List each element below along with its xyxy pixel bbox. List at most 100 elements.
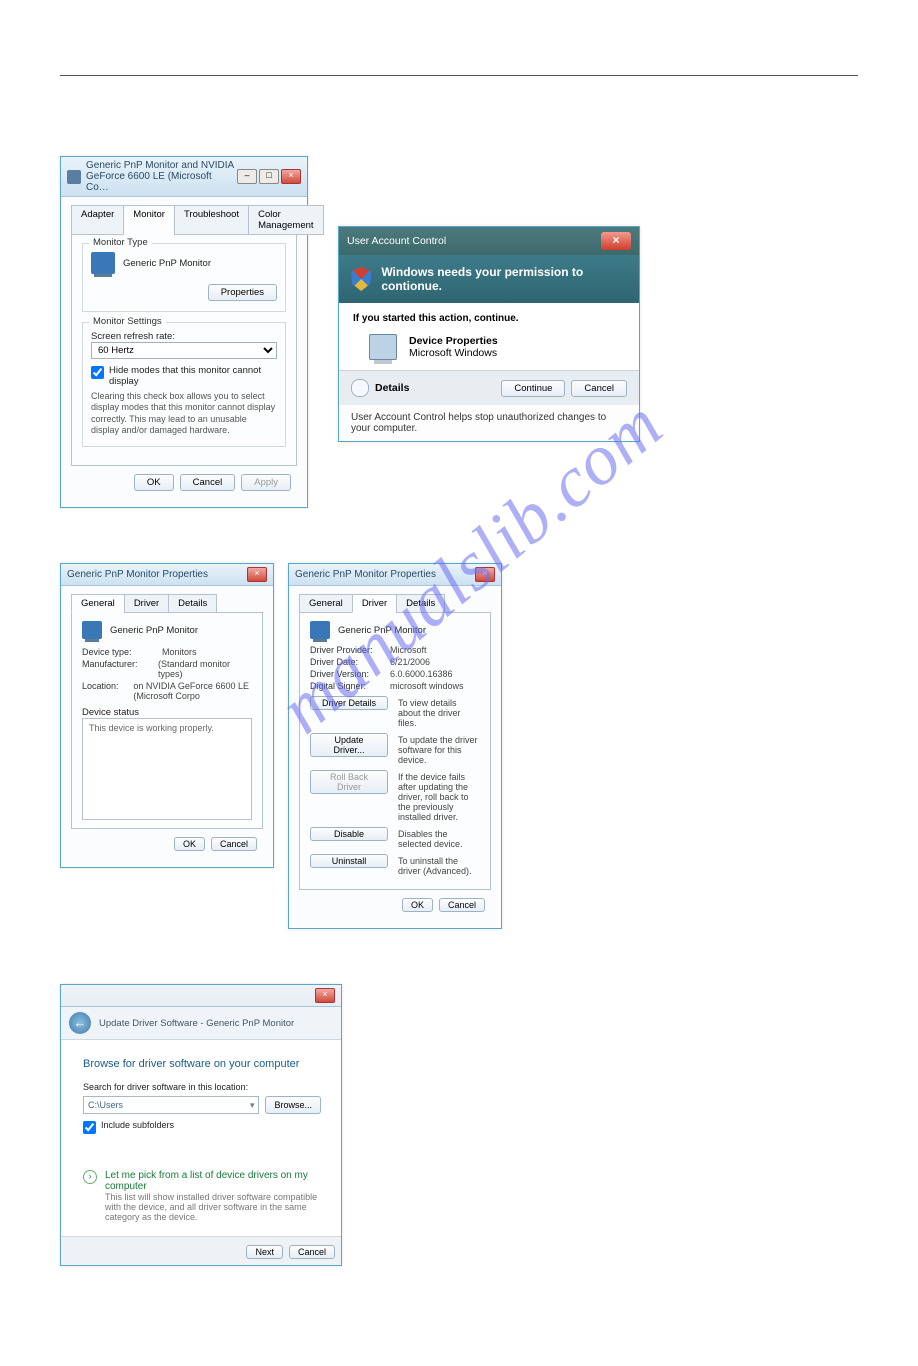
update-driver-button[interactable]: Update Driver... [310, 733, 388, 757]
uac-app-name: Device Properties [409, 335, 498, 347]
uac-title: User Account Control [347, 235, 601, 247]
back-button[interactable]: ← [69, 1012, 91, 1034]
close-button[interactable]: × [281, 169, 301, 184]
window-title: Generic PnP Monitor Properties [67, 569, 247, 580]
minimize-button[interactable]: – [237, 169, 257, 184]
arrow-right-icon: › [83, 1170, 97, 1184]
provider-value: Microsoft [390, 645, 427, 655]
chevron-down-icon[interactable] [351, 379, 369, 397]
ok-button[interactable]: OK [174, 837, 205, 851]
refresh-rate-select[interactable]: 60 Hertz [91, 342, 277, 359]
close-button[interactable]: × [315, 988, 335, 1003]
monitor-icon [310, 621, 330, 639]
close-button[interactable]: × [475, 567, 495, 582]
hide-modes-note: Clearing this check box allows you to se… [91, 391, 277, 436]
path-combobox[interactable]: C:\Users▾ [83, 1096, 259, 1114]
pick-from-list-link[interactable]: › Let me pick from a list of device driv… [83, 1170, 321, 1222]
continue-button[interactable]: Continue [501, 380, 565, 397]
dialog-uac: User Account Control × Windows needs you… [338, 226, 640, 442]
tab-monitor[interactable]: Monitor [123, 205, 175, 235]
manufacturer-key: Manufacturer: [82, 659, 158, 679]
maximize-button[interactable]: □ [259, 169, 279, 184]
cancel-button[interactable]: Cancel [180, 474, 236, 491]
device-status-box[interactable]: This device is working properly. [82, 718, 252, 820]
tab-details[interactable]: Details [396, 594, 445, 613]
device-status-text: This device is working properly. [89, 723, 214, 733]
cancel-button[interactable]: Cancel [289, 1245, 335, 1259]
search-location-label: Search for driver software in this locat… [83, 1082, 321, 1092]
location-key: Location: [82, 681, 133, 701]
tab-color-management[interactable]: Color Management [248, 205, 323, 235]
tab-troubleshoot[interactable]: Troubleshoot [174, 205, 249, 235]
ok-button[interactable]: OK [402, 898, 433, 912]
browse-button[interactable]: Browse... [265, 1096, 321, 1114]
group-label-monitor-type: Monitor Type [89, 237, 152, 248]
location-value: on NVIDIA GeForce 6600 LE (Microsoft Cor… [133, 681, 252, 701]
date-value: 6/21/2006 [390, 657, 430, 667]
tab-adapter[interactable]: Adapter [71, 205, 124, 235]
window-controls: – □ × [237, 169, 301, 184]
tab-general[interactable]: General [71, 594, 125, 613]
update-driver-desc: To update the driver software for this d… [398, 733, 480, 765]
uninstall-button[interactable]: Uninstall [310, 854, 388, 868]
details-toggle[interactable]: Details [375, 382, 409, 394]
signer-value: microsoft windows [390, 681, 464, 691]
version-key: Driver Version: [310, 669, 390, 679]
uac-title-bar[interactable]: User Account Control × [339, 227, 639, 255]
pick-link-text: Let me pick from a list of device driver… [105, 1170, 321, 1192]
device-status-label: Device status [82, 707, 252, 718]
date-key: Driver Date: [310, 657, 390, 667]
disable-button[interactable]: Disable [310, 827, 388, 841]
rollback-driver-button[interactable]: Roll Back Driver [310, 770, 388, 794]
include-subfolders-checkbox[interactable]: Include subfolders [83, 1120, 321, 1134]
disable-desc: Disables the selected device. [398, 827, 480, 849]
hide-modes-label: Hide modes that this monitor cannot disp… [109, 365, 277, 387]
page-rule [60, 75, 858, 76]
device-type-key: Device type: [82, 647, 162, 657]
tabs: Adapter Monitor Troubleshoot Color Manag… [71, 205, 297, 235]
provider-key: Driver Provider: [310, 645, 390, 655]
cancel-button[interactable]: Cancel [211, 837, 257, 851]
monitor-name: Generic PnP Monitor [110, 625, 198, 636]
window-title: Generic PnP Monitor and NVIDIA GeForce 6… [86, 160, 237, 193]
dialog-update-driver: × ← Update Driver Software - Generic PnP… [60, 984, 342, 1266]
uac-banner: Windows needs your permission to contion… [339, 255, 639, 303]
uac-banner-text: Windows needs your permission to contion… [381, 265, 627, 293]
include-subfolders-input[interactable] [83, 1121, 96, 1134]
monitor-name: Generic PnP Monitor [338, 625, 426, 636]
version-value: 6.0.6000.16386 [390, 669, 453, 679]
hide-modes-checkbox[interactable]: Hide modes that this monitor cannot disp… [91, 365, 277, 387]
dialog-monitor-settings: Generic PnP Monitor and NVIDIA GeForce 6… [60, 156, 308, 508]
uac-help-text: User Account Control helps stop unauthor… [339, 405, 639, 441]
driver-details-button[interactable]: Driver Details [310, 696, 388, 710]
pick-sub-text: This list will show installed driver sof… [105, 1192, 321, 1222]
tab-driver[interactable]: Driver [124, 594, 169, 613]
apply-button[interactable]: Apply [241, 474, 291, 491]
close-button[interactable]: × [247, 567, 267, 582]
monitor-icon [82, 621, 102, 639]
driver-details-desc: To view details about the driver files. [398, 696, 480, 728]
dialog-properties-driver: Generic PnP Monitor Properties × General… [288, 563, 502, 929]
properties-button[interactable]: Properties [208, 284, 277, 301]
hide-modes-input[interactable] [91, 366, 104, 379]
shield-icon [351, 267, 371, 291]
tab-driver[interactable]: Driver [352, 594, 397, 613]
signer-key: Digital Signer: [310, 681, 390, 691]
tab-general[interactable]: General [299, 594, 353, 613]
next-button[interactable]: Next [246, 1245, 283, 1259]
dialog-properties-general: Generic PnP Monitor Properties × General… [60, 563, 274, 868]
computer-icon [369, 334, 397, 360]
device-type-value: Monitors [162, 647, 197, 657]
uninstall-desc: To uninstall the driver (Advanced). [398, 854, 480, 876]
close-button[interactable]: × [601, 232, 631, 250]
wizard-heading: Browse for driver software on your compu… [83, 1058, 321, 1070]
group-label-monitor-settings: Monitor Settings [89, 316, 166, 327]
rollback-driver-desc: If the device fails after updating the d… [398, 770, 480, 822]
window-icon [67, 170, 81, 184]
cancel-button[interactable]: Cancel [571, 380, 627, 397]
manufacturer-value: (Standard monitor types) [158, 659, 252, 679]
title-bar[interactable]: Generic PnP Monitor and NVIDIA GeForce 6… [61, 157, 307, 197]
tab-details[interactable]: Details [168, 594, 217, 613]
cancel-button[interactable]: Cancel [439, 898, 485, 912]
ok-button[interactable]: OK [134, 474, 174, 491]
